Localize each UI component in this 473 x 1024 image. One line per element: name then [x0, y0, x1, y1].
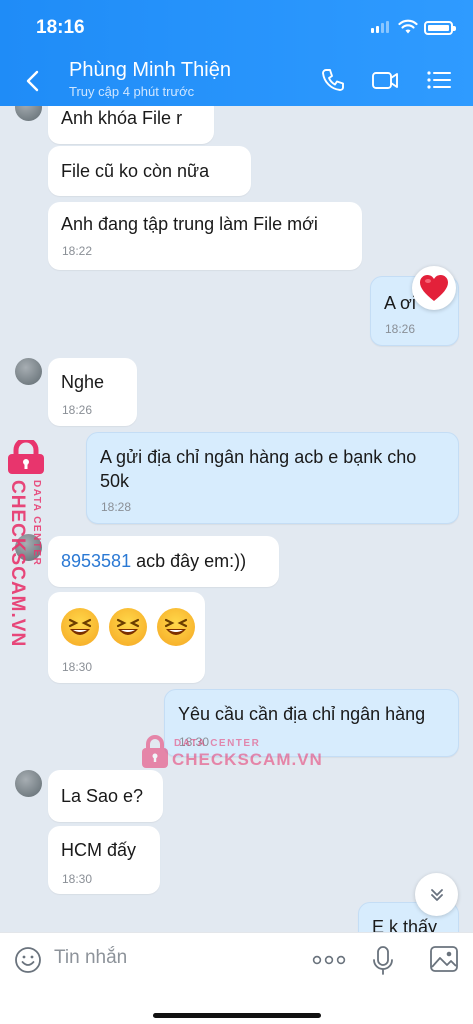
message-text: Nghe [61, 372, 105, 392]
scroll-to-bottom-button[interactable] [415, 873, 458, 916]
sticker-emoji-icon[interactable] [13, 945, 43, 975]
message-text: File cũ ko còn nữa [61, 161, 210, 181]
watermark-line2: CHECKSCAM.VN [7, 480, 28, 648]
back-arrow-icon[interactable] [18, 66, 48, 96]
image-gallery-icon[interactable] [429, 945, 459, 973]
message-bubble[interactable]: Anh đang tập trung làm File mới 18:22 [48, 202, 362, 270]
account-number-link[interactable]: 8953581 [61, 551, 131, 571]
chat-header: Phùng Minh Thiện Truy cập 4 phút trước [0, 52, 473, 106]
status-time: 18:16 [36, 17, 85, 38]
menu-list-icon[interactable] [423, 64, 455, 96]
message-time: 18:22 [62, 244, 93, 258]
laughing-emoji-icon [109, 608, 147, 646]
avatar[interactable] [15, 358, 42, 385]
message-time: 18:30 [62, 872, 93, 886]
watermark-vertical: CHECKSCAM.VN DATA CENTER [6, 437, 56, 647]
chat-area[interactable]: Anh khóa File r File cũ ko còn nữa Anh đ… [0, 106, 473, 932]
status-bar: 18:16 [0, 0, 473, 52]
message-input[interactable]: Tin nhắn [54, 947, 127, 969]
message-bubble[interactable]: Anh khóa File r [48, 106, 214, 144]
message-time: 18:26 [62, 403, 93, 417]
message-composer: Tin nhắn [0, 932, 473, 1024]
message-time: 18:30 [62, 660, 93, 674]
message-time: 18:26 [385, 322, 416, 336]
message-bubble[interactable]: File cũ ko còn nữa [48, 146, 251, 196]
wifi-icon [398, 19, 418, 34]
message-text: HCM đấy [61, 840, 137, 860]
message-bubble[interactable]: A gửi địa chỉ ngân hàng acb e bạnk cho 5… [86, 432, 459, 524]
avatar[interactable] [15, 770, 42, 797]
microphone-icon[interactable] [371, 945, 395, 977]
emoji-message-bubble[interactable]: 18:30 [48, 592, 205, 683]
message-bubble[interactable]: HCM đấy 18:30 [48, 826, 160, 894]
phone-icon[interactable] [317, 64, 349, 96]
emoji-row [61, 592, 195, 651]
message-bubble[interactable]: La Sao e? [48, 770, 163, 822]
more-options-icon[interactable] [312, 955, 346, 965]
laughing-emoji-icon [157, 608, 195, 646]
video-call-icon[interactable] [369, 64, 401, 96]
message-bubble[interactable]: 8953581 acb đây em:)) [48, 536, 279, 587]
message-text: Anh khóa File r [61, 108, 183, 128]
message-text: A gửi địa chỉ ngân hàng acb e bạnk cho 5… [100, 447, 417, 491]
contact-status: Truy cập 4 phút trước [69, 84, 195, 99]
message-text: Anh đang tập trung làm File mới [61, 214, 318, 234]
heart-reaction-icon[interactable] [412, 266, 456, 310]
message-text: Yêu cầu cần địa chỉ ngân hàng [178, 704, 426, 724]
avatar[interactable] [15, 106, 42, 121]
contact-name[interactable]: Phùng Minh Thiện [69, 59, 231, 82]
watermark-center-line1: DATA CENTER [174, 738, 261, 749]
lock-logo-icon [142, 735, 168, 768]
message-time: 18:28 [101, 500, 132, 514]
message-text: 8953581 acb đây em:)) [61, 536, 266, 573]
watermark-center-line2: CHECKSCAM.VN [172, 750, 323, 769]
message-text-rest: acb đây em:)) [131, 551, 247, 571]
signal-icon [371, 21, 389, 33]
laughing-emoji-icon [61, 608, 99, 646]
watermark-line1: DATA CENTER [31, 480, 42, 567]
double-chevron-down-icon [430, 888, 443, 901]
battery-icon [424, 21, 456, 35]
lock-logo-icon [8, 437, 44, 474]
message-bubble[interactable]: Nghe 18:26 [48, 358, 137, 426]
home-indicator [153, 1013, 321, 1018]
message-text: La Sao e? [61, 786, 144, 806]
